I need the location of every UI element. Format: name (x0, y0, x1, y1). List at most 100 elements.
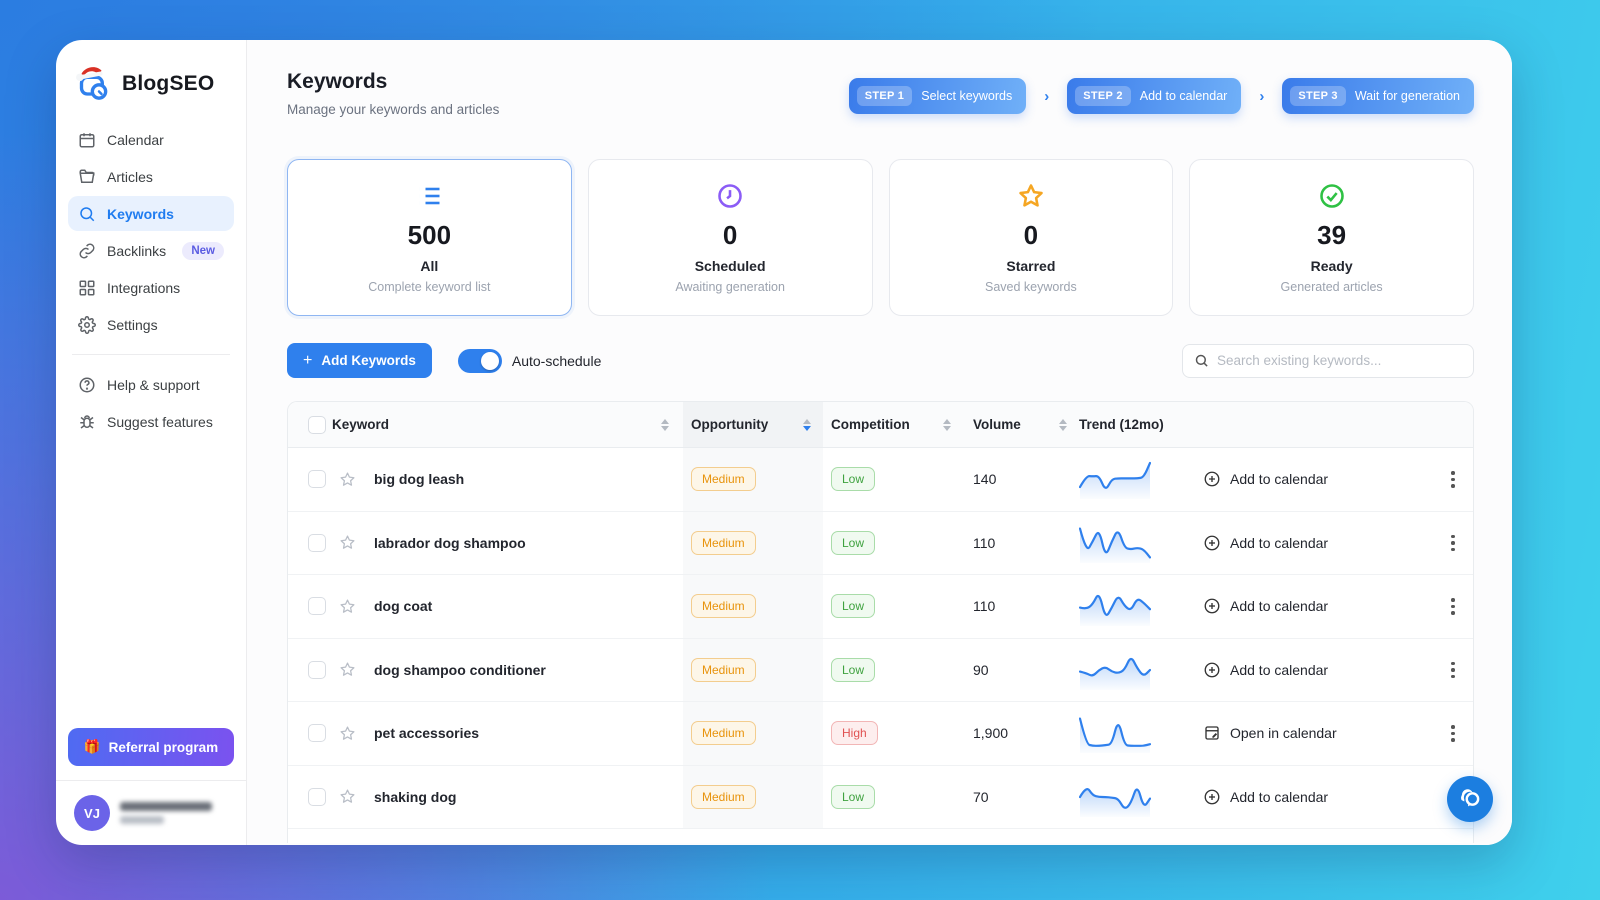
stat-sublabel: Saved keywords (985, 279, 1077, 294)
star-outline-icon[interactable] (332, 661, 362, 678)
user-meta (120, 802, 212, 824)
referral-label: Referral program (108, 739, 219, 755)
table-row: labrador dog shampoo Medium Low 110 Add … (288, 511, 1473, 575)
step-3-label: Wait for generation (1354, 89, 1460, 103)
row-checkbox[interactable] (308, 660, 326, 679)
sidebar-item-suggest[interactable]: Suggest features (68, 404, 234, 439)
stat-sublabel: Awaiting generation (675, 279, 785, 294)
sidebar-item-settings[interactable]: Settings (68, 307, 234, 342)
column-header-competition[interactable]: Competition (823, 417, 963, 432)
competition-badge: Low (831, 657, 876, 682)
action-label: Add to calendar (1230, 661, 1329, 678)
table-header-row: Keyword Opportunity Competition Volume T… (288, 402, 1473, 448)
sidebar-item-label: Keywords (107, 205, 174, 222)
open-in-calendar-button[interactable]: Open in calendar (1203, 724, 1433, 742)
table-row: shaking dog Medium Low 70 Add to calenda… (288, 765, 1473, 829)
star-outline-icon[interactable] (332, 725, 362, 742)
sort-icon-active (803, 418, 811, 431)
stat-card-scheduled[interactable]: 0 Scheduled Awaiting generation (587, 159, 873, 316)
row-menu-button[interactable] (1433, 725, 1473, 742)
auto-schedule-toggle[interactable] (457, 348, 502, 373)
sidebar-item-articles[interactable]: Articles (68, 159, 234, 194)
trend-sparkline (1079, 650, 1203, 690)
kebab-icon (1451, 725, 1455, 742)
star-outline-icon[interactable] (332, 788, 362, 805)
add-to-calendar-button[interactable]: Add to calendar (1203, 661, 1433, 679)
stat-sublabel: Complete keyword list (368, 279, 491, 294)
sidebar-item-help[interactable]: Help & support (68, 367, 234, 402)
user-profile[interactable]: VJ (68, 781, 234, 831)
row-menu-button[interactable] (1433, 661, 1473, 678)
chat-widget-button[interactable] (1447, 776, 1493, 822)
stat-card-starred[interactable]: 0 Starred Saved keywords (888, 159, 1174, 316)
keywords-table: Keyword Opportunity Competition Volume T… (287, 401, 1474, 843)
add-to-calendar-button[interactable]: Add to calendar (1203, 597, 1433, 615)
chat-bubbles-icon (1457, 786, 1483, 812)
row-menu-button[interactable] (1433, 598, 1473, 615)
column-header-volume[interactable]: Volume (963, 417, 1079, 432)
auto-schedule-label: Auto-schedule (511, 352, 602, 369)
search-input[interactable] (1217, 353, 1462, 368)
keyword-cell: labrador dog shampoo (374, 534, 526, 551)
sidebar-item-label: Calendar (107, 131, 164, 148)
sort-icon (1059, 418, 1067, 431)
step-1-label: Select keywords (921, 89, 1013, 103)
app-title: BlogSEO (122, 72, 215, 95)
keyword-cell: dog shampoo conditioner (374, 661, 546, 678)
trend-sparkline (1079, 459, 1203, 500)
plus-circle-icon (1203, 470, 1221, 488)
volume-cell: 90 (973, 661, 989, 678)
kebab-icon (1451, 534, 1455, 551)
stat-label: Ready (1310, 257, 1353, 274)
row-menu-button[interactable] (1433, 534, 1473, 551)
row-checkbox[interactable] (308, 597, 326, 616)
competition-badge: Low (831, 594, 876, 619)
add-to-calendar-button[interactable]: Add to calendar (1203, 788, 1433, 806)
sidebar-item-keywords[interactable]: Keywords (68, 196, 234, 231)
user-name-redacted (120, 802, 212, 811)
keyword-cell: pet accessories (374, 725, 480, 742)
referral-program-button[interactable]: 🎁 Referral program (68, 728, 234, 766)
star-outline-icon[interactable] (332, 534, 362, 551)
sidebar-item-label: Suggest features (107, 413, 213, 430)
volume-cell: 110 (973, 534, 996, 551)
action-label: Add to calendar (1230, 788, 1329, 805)
sidebar-nav: Calendar Articles Keywords Backlinks New… (68, 122, 234, 439)
sidebar-item-calendar[interactable]: Calendar (68, 122, 234, 157)
stat-card-ready[interactable]: 39 Ready Generated articles (1189, 159, 1474, 316)
sort-icon (661, 418, 669, 431)
opportunity-badge: Medium (691, 594, 756, 619)
column-header-opportunity[interactable]: Opportunity (683, 402, 823, 447)
sidebar-item-backlinks[interactable]: Backlinks New (68, 233, 234, 268)
stat-card-all[interactable]: 500 All Complete keyword list (287, 159, 572, 316)
stat-label: Starred (1006, 257, 1056, 274)
step-1-pill: STEP 1 Select keywords (848, 78, 1027, 114)
select-all-checkbox[interactable] (308, 415, 326, 434)
plus-circle-icon (1203, 534, 1221, 552)
row-checkbox[interactable] (308, 470, 326, 489)
sidebar-item-label: Settings (107, 316, 158, 333)
stat-value: 500 (407, 220, 452, 251)
row-checkbox[interactable] (308, 533, 326, 552)
star-outline-icon[interactable] (332, 598, 362, 615)
chevron-right-icon: › (1044, 87, 1050, 105)
column-header-keyword[interactable]: Keyword (332, 417, 683, 432)
add-keywords-label: Add Keywords (321, 353, 416, 368)
step-3-badge: STEP 3 (1290, 86, 1346, 106)
volume-cell: 110 (973, 598, 996, 615)
competition-badge: Low (831, 784, 876, 809)
opportunity-badge: Medium (691, 530, 756, 555)
toolbar: + Add Keywords Auto-schedule (287, 343, 1474, 378)
stat-value: 0 (1023, 220, 1039, 251)
keyword-cell: shaking dog (374, 788, 457, 805)
kebab-icon (1451, 661, 1455, 678)
add-to-calendar-button[interactable]: Add to calendar (1203, 534, 1433, 552)
stat-value: 0 (722, 220, 738, 251)
row-checkbox[interactable] (308, 724, 326, 743)
row-checkbox[interactable] (308, 787, 326, 806)
star-outline-icon[interactable] (332, 471, 362, 488)
add-to-calendar-button[interactable]: Add to calendar (1203, 470, 1433, 488)
add-keywords-button[interactable]: + Add Keywords (287, 343, 432, 378)
row-menu-button[interactable] (1433, 471, 1473, 488)
sidebar-item-integrations[interactable]: Integrations (68, 270, 234, 305)
